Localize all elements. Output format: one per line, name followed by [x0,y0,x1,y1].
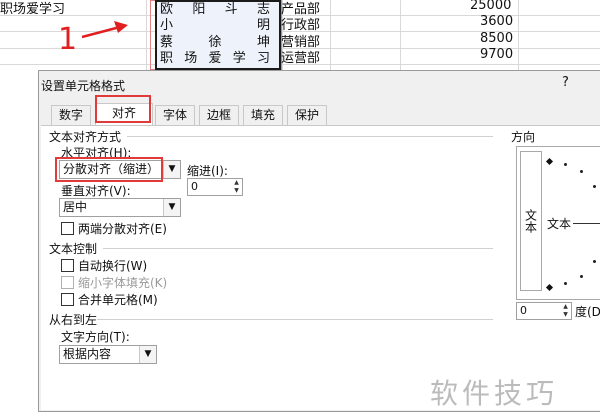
vertical-align-label: 垂直对齐(V): [61,184,131,198]
degrees-value: 0 [520,304,527,317]
help-button[interactable]: ? [562,75,569,90]
text-direction-select[interactable]: 根据内容 ▼ [59,345,157,364]
arrow-1-head [114,21,128,33]
shrink-to-fit-checkbox: 缩小字体填充(K) [61,274,167,291]
checkbox-icon [61,276,74,289]
vertical-text-button[interactable]: 文本 [520,151,542,291]
angle-dot-icon [564,163,567,166]
checkbox-icon[interactable] [61,293,74,306]
dialog-title: 设置单元格格式 [41,79,126,93]
orientation-box[interactable]: 文本 文本 [516,146,600,300]
vertical-text-label: 文本 [523,209,538,233]
chevron-down-icon[interactable]: ▼ [163,199,180,216]
group-text-control: 文本控制 [49,242,98,256]
orientation-pointer [573,223,600,224]
angle-dot-icon [580,275,583,278]
group-separator [103,248,493,249]
tab-fill[interactable]: 填充 [243,105,283,125]
shrink-to-fit-label: 缩小字体填充(K) [78,276,168,290]
checkbox-icon[interactable] [61,222,74,235]
checkbox-icon[interactable] [61,259,74,272]
format-cells-dialog: 设置单元格格式 ? 数字 对齐 字体 边框 填充 保护 文本对齐方式 水平对齐(… [38,70,600,412]
tab-number[interactable]: 数字 [51,105,91,125]
indent-spinner[interactable]: 0 ▲ ▼ [187,178,243,196]
degrees-spinner[interactable]: 0 ▲ ▼ [516,302,572,320]
tab-font[interactable]: 字体 [155,105,195,125]
chevron-down-icon[interactable]: ▼ [163,161,180,178]
group-separator [97,319,493,320]
text-direction-value: 根据内容 [63,347,112,361]
group-text-alignment: 文本对齐方式 [49,130,122,144]
wrap-text-label: 自动换行(W) [78,259,148,273]
group-orientation: 方向 [511,130,536,144]
angle-dot-icon [564,282,567,285]
tab-border[interactable]: 边框 [199,105,239,125]
angle-marker-icon [545,157,554,166]
watermark: 软件技巧 [430,377,559,410]
alignment-panel: 文本对齐方式 水平对齐(H): 分散对齐（缩进） ▼ 缩进(I): 0 ▲ ▼ … [41,126,600,410]
spin-up-icon[interactable]: ▲ [231,179,242,187]
angle-marker-icon [545,283,554,292]
merge-cells-label: 合并单元格(M) [78,293,158,307]
annotation-number-1: 1 [58,22,78,57]
horizontal-text-label: 文本 [547,217,572,231]
angle-dot-icon [593,260,596,263]
chevron-down-icon[interactable]: ▼ [139,346,156,363]
arrow-1-line [81,25,121,39]
vertical-align-value: 居中 [63,200,88,214]
group-separator [127,136,493,137]
wrap-text-checkbox[interactable]: 自动换行(W) [61,257,147,274]
group-right-to-left: 从右到左 [49,313,98,327]
angle-dot-icon [580,170,583,173]
merge-cells-checkbox[interactable]: 合并单元格(M) [61,291,158,308]
spin-down-icon[interactable]: ▼ [231,187,242,195]
highlight-box-tab [95,95,151,123]
highlight-box-horizontal [55,157,163,182]
justify-distributed-checkbox[interactable]: 两端分散对齐(E) [61,220,167,237]
justify-distributed-label: 两端分散对齐(E) [78,222,167,236]
indent-label: 缩进(I): [187,164,228,178]
text-direction-label: 文字方向(T): [61,330,130,344]
spin-up-icon[interactable]: ▲ [560,303,571,311]
tab-protection[interactable]: 保护 [287,105,327,125]
degrees-label: 度(D) [575,305,600,319]
vertical-align-select[interactable]: 居中 ▼ [59,198,181,217]
indent-value: 0 [191,180,198,193]
spin-down-icon[interactable]: ▼ [560,311,571,319]
angle-dot-icon [593,185,596,188]
